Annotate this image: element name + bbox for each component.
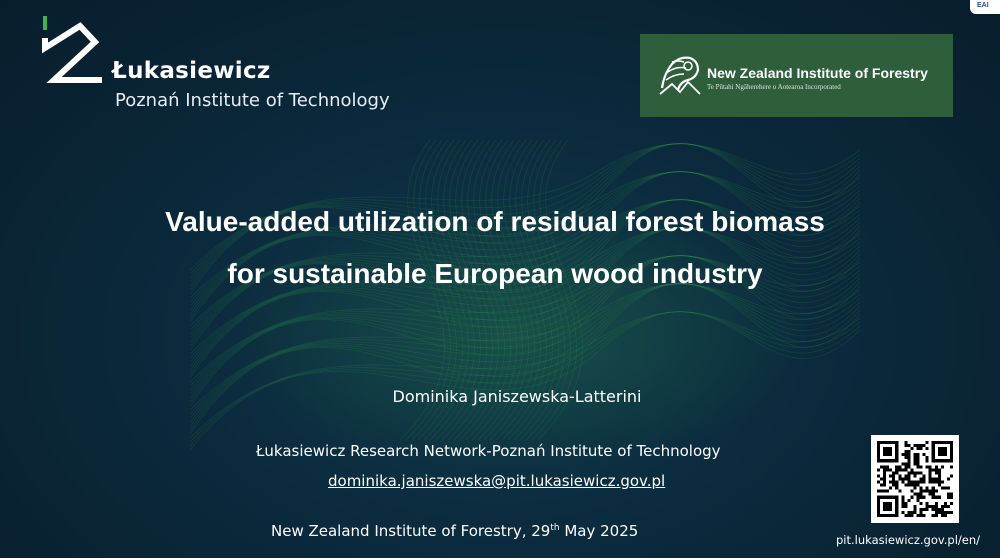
- title-line-2: for sustainable European wood industry: [227, 258, 763, 289]
- corner-badge-label: EAI: [977, 2, 989, 9]
- lukasiewicz-subtitle: Poznań Institute of Technology: [115, 90, 390, 111]
- email-link[interactable]: dominika.janiszewska@pit.lukasiewicz.gov…: [328, 472, 665, 490]
- lukasiewicz-name: Łukasiewicz: [112, 58, 271, 84]
- lukasiewicz-mark-icon: [42, 16, 102, 83]
- nzif-logo: New Zealand Institute of Forestry Te Pūt…: [640, 34, 953, 117]
- event-date-rest: May 2025: [559, 522, 639, 540]
- author-name: Dominika Janiszewska-Latterini: [392, 387, 642, 406]
- tree-emblem-icon: [659, 56, 701, 95]
- event-line: New Zealand Institute of Forestry, 29th …: [271, 522, 638, 540]
- presentation-title: Value-added utilization of residual fore…: [0, 196, 1000, 300]
- affiliation: Łukasiewicz Research Network-Poznań Inst…: [256, 442, 721, 460]
- qr-code-icon: [877, 441, 953, 517]
- event-ordinal: th: [550, 523, 560, 533]
- title-line-1: Value-added utilization of residual fore…: [165, 206, 825, 237]
- title-slide: Łukasiewicz Poznań Institute of Technolo…: [0, 0, 1000, 558]
- corner-badge: EAI: [970, 0, 1000, 14]
- lukasiewicz-logo: Łukasiewicz Poznań Institute of Technolo…: [40, 14, 420, 118]
- nzif-name: New Zealand Institute of Forestry: [707, 65, 928, 81]
- nzif-subtitle: Te Pūtahi Ngāherehere o Aotearoa Incorpo…: [707, 83, 841, 91]
- qr-code[interactable]: [871, 435, 959, 523]
- event-text: New Zealand Institute of Forestry, 29: [271, 522, 551, 540]
- qr-url: pit.lukasiewicz.gov.pl/en/: [836, 533, 981, 547]
